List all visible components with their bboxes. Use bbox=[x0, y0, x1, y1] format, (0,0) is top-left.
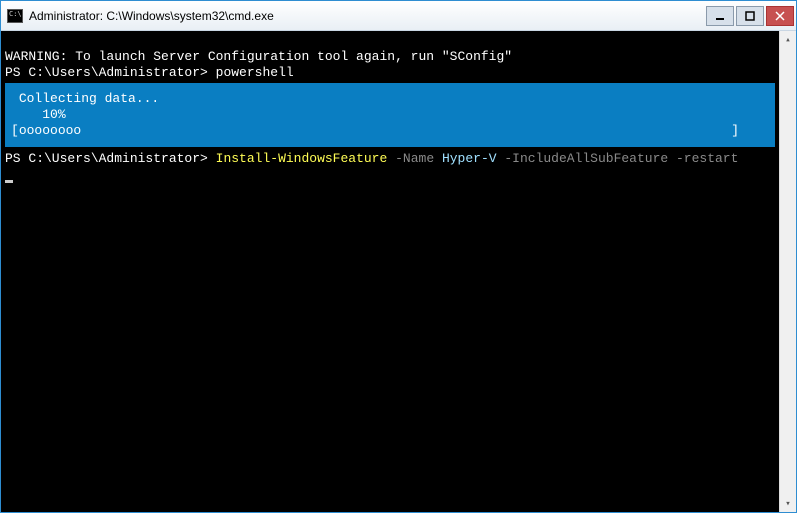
title-bar[interactable]: Administrator: C:\Windows\system32\cmd.e… bbox=[1, 1, 796, 31]
close-button[interactable] bbox=[766, 6, 794, 26]
client-area: WARNING: To launch Server Configuration … bbox=[1, 31, 796, 512]
progress-bar-close: ] bbox=[731, 123, 769, 139]
scroll-up-button[interactable]: ▴ bbox=[780, 31, 796, 48]
param-name: -Name bbox=[395, 151, 434, 166]
close-icon bbox=[775, 11, 785, 21]
chevron-up-icon: ▴ bbox=[785, 35, 790, 45]
window-title: Administrator: C:\Windows\system32\cmd.e… bbox=[29, 9, 706, 23]
maximize-button[interactable] bbox=[736, 6, 764, 26]
progress-bar-fill: oooooooo bbox=[19, 123, 81, 139]
command-1: powershell bbox=[216, 65, 294, 80]
minimize-button[interactable] bbox=[706, 6, 734, 26]
ps-prompt-2: PS C:\Users\Administrator> bbox=[5, 151, 208, 166]
ps-prompt-1: PS C:\Users\Administrator> bbox=[5, 65, 208, 80]
chevron-down-icon: ▾ bbox=[785, 499, 790, 509]
param-restart: -restart bbox=[676, 151, 738, 166]
scroll-track[interactable] bbox=[780, 48, 796, 495]
maximize-icon bbox=[745, 11, 755, 21]
vertical-scrollbar[interactable]: ▴ ▾ bbox=[779, 31, 796, 512]
arg-hyperv: Hyper-V bbox=[442, 151, 497, 166]
warning-line: WARNING: To launch Server Configuration … bbox=[5, 49, 512, 64]
scroll-down-button[interactable]: ▾ bbox=[780, 495, 796, 512]
progress-panel: Collecting data... 10% [oooooooo] bbox=[5, 83, 775, 147]
cursor bbox=[5, 180, 13, 183]
progress-bar-open: [ bbox=[11, 123, 19, 139]
progress-title: Collecting data... bbox=[19, 91, 159, 106]
param-includeall: -IncludeAllSubFeature bbox=[504, 151, 668, 166]
window-controls bbox=[706, 6, 794, 26]
progress-percent: 10% bbox=[42, 107, 65, 122]
terminal-output[interactable]: WARNING: To launch Server Configuration … bbox=[1, 31, 779, 512]
cmd-icon bbox=[7, 9, 23, 23]
cmdlet-token: Install-WindowsFeature bbox=[216, 151, 388, 166]
minimize-icon bbox=[715, 11, 725, 21]
